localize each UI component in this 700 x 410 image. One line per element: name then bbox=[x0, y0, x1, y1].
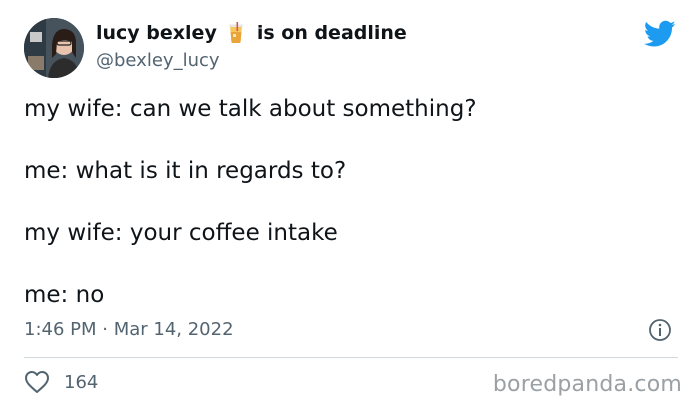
info-icon[interactable] bbox=[648, 318, 672, 342]
display-name[interactable]: lucy bexley bbox=[96, 22, 217, 44]
tweet-line: me: no bbox=[24, 282, 105, 308]
avatar[interactable] bbox=[24, 18, 84, 78]
tweet-text: my wife: can we talk about something? me… bbox=[24, 92, 674, 340]
twitter-bird-icon[interactable] bbox=[643, 20, 676, 48]
tweet-card: lucy bexley is on deadline @bexley_lucy … bbox=[0, 0, 700, 410]
status-text: is on deadline bbox=[256, 22, 407, 44]
iced-coffee-icon bbox=[227, 22, 245, 44]
divider bbox=[24, 357, 678, 358]
heart-icon bbox=[24, 370, 50, 394]
author-name-row[interactable]: lucy bexley is on deadline bbox=[96, 22, 407, 44]
author-handle[interactable]: @bexley_lucy bbox=[96, 50, 220, 71]
like-count: 164 bbox=[64, 371, 99, 393]
tweet-line: me: what is it in regards to? bbox=[24, 158, 347, 184]
tweet-line: my wife: your coffee intake bbox=[24, 220, 338, 246]
tweet-timestamp[interactable]: 1:46 PM · Mar 14, 2022 bbox=[24, 319, 234, 340]
tweet-line: my wife: can we talk about something? bbox=[24, 96, 477, 122]
watermark: boredpanda.com bbox=[492, 372, 682, 397]
like-button[interactable]: 164 bbox=[24, 370, 98, 394]
